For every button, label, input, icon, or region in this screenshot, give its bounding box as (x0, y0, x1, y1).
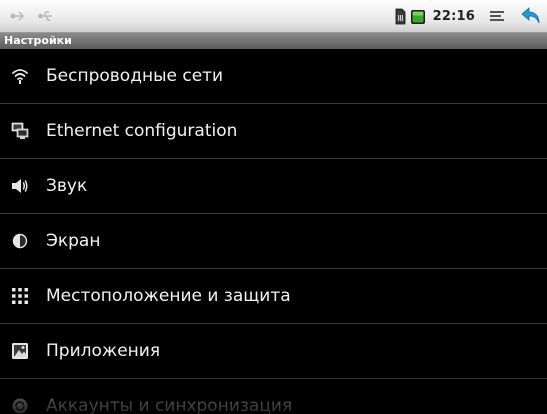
settings-item-label: Приложения (46, 341, 161, 361)
settings-item-wireless[interactable]: Беспроводные сети (0, 49, 547, 104)
page-title: Настройки (4, 34, 72, 47)
settings-item-accounts-sync[interactable]: Аккаунты и синхронизация (0, 379, 547, 414)
title-bar: Настройки (0, 33, 547, 49)
settings-item-label: Аккаунты и синхронизация (46, 396, 293, 414)
settings-item-ethernet[interactable]: Ethernet configuration (0, 104, 547, 159)
settings-item-location-security[interactable]: Местоположение и защита (0, 269, 547, 324)
brightness-icon (11, 232, 29, 250)
usb-debug-icon (10, 11, 24, 21)
wifi-icon (11, 67, 29, 85)
usb-icon (38, 11, 52, 21)
clock: 22:16 (432, 8, 475, 24)
settings-item-display[interactable]: Экран (0, 214, 547, 269)
settings-item-label: Экран (46, 231, 101, 251)
settings-item-label: Звук (46, 176, 88, 196)
settings-item-sound[interactable]: Звук (0, 159, 547, 214)
menu-icon[interactable] (489, 9, 505, 23)
settings-item-label: Местоположение и защита (46, 286, 291, 306)
settings-list: Беспроводные сети Ethernet configuration (0, 49, 547, 414)
speaker-icon (11, 177, 29, 195)
settings-screen: 22:16 Настройки Беспроводные сети Ethern… (0, 0, 547, 414)
notification-area[interactable] (10, 8, 54, 24)
location-security-icon (11, 287, 29, 305)
settings-item-label: Беспроводные сети (46, 66, 224, 86)
status-bar: 22:16 (0, 0, 547, 33)
sim-icon (395, 8, 406, 25)
system-tray: 22:16 (395, 5, 541, 27)
back-icon[interactable] (521, 7, 541, 25)
accounts-sync-icon (11, 397, 29, 414)
settings-item-applications[interactable]: Приложения (0, 324, 547, 379)
battery-icon (410, 8, 426, 25)
settings-item-label: Ethernet configuration (46, 121, 238, 141)
applications-icon (11, 342, 29, 360)
ethernet-icon (11, 122, 29, 140)
